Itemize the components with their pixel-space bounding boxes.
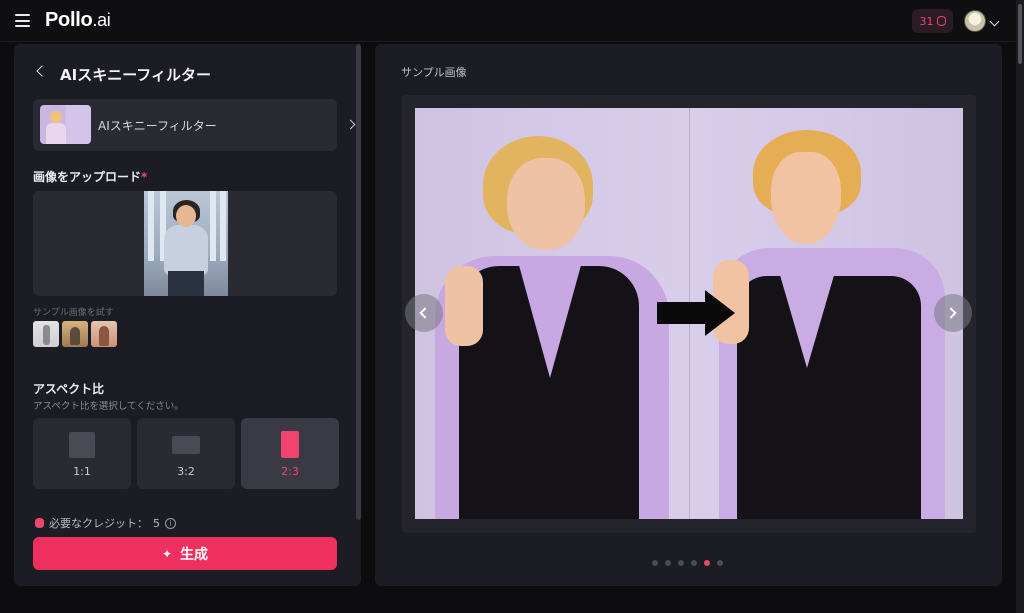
carousel-dot[interactable] [652, 560, 658, 566]
required-mark: * [141, 170, 148, 184]
upload-label-text: 画像をアップロード [33, 170, 142, 184]
aspect-ratio-title: アスペクト比 [33, 382, 105, 396]
top-bar: Pollo.ai 31 [0, 0, 1024, 42]
sample-image-3[interactable] [91, 321, 117, 347]
logo-suffix: .ai [92, 10, 111, 30]
sample-before-after-image [415, 108, 963, 519]
sample-preview-title: サンプル画像 [401, 66, 467, 79]
chevron-right-icon [945, 307, 957, 319]
credit-balance-button[interactable]: 31 [912, 9, 953, 33]
sparkle-icon: ✦ [161, 546, 173, 561]
page-scrollbar[interactable] [1016, 0, 1024, 613]
image-upload-area[interactable] [33, 191, 337, 296]
aspect-option-label: 3:2 [177, 465, 195, 478]
sample-image-2[interactable] [62, 321, 88, 347]
required-credits-value: 5 [153, 516, 160, 530]
tool-thumbnail [40, 105, 91, 144]
aspect-option-label: 1:1 [73, 465, 91, 478]
chevron-left-icon [419, 307, 431, 319]
sample-images [33, 321, 117, 347]
uploaded-image [144, 191, 228, 296]
arrow-right-icon [657, 290, 749, 336]
logo[interactable]: Pollo.ai [45, 9, 111, 32]
square-ratio-icon [69, 432, 95, 458]
sample-images-label: サンプル画像を試す [33, 308, 114, 318]
carousel-dot[interactable] [691, 560, 697, 566]
aspect-option-2-3[interactable]: 2:3 [241, 418, 339, 489]
aspect-ratio-options: 1:1 3:2 2:3 [33, 418, 339, 489]
aspect-option-1-1[interactable]: 1:1 [33, 418, 131, 489]
panel-scrollbar[interactable] [356, 44, 361, 520]
before-image [415, 108, 689, 519]
upload-label: 画像をアップロード* [33, 168, 147, 185]
carousel-prev-button[interactable] [405, 294, 443, 332]
carousel-dots [652, 560, 723, 566]
aspect-ratio-subtitle: アスペクト比を選択してください。 [33, 401, 184, 412]
aspect-option-3-2[interactable]: 3:2 [137, 418, 235, 489]
generate-button[interactable]: ✦ 生成 [33, 537, 337, 570]
carousel-dot[interactable] [678, 560, 684, 566]
coin-icon [936, 16, 946, 26]
carousel-dot[interactable] [665, 560, 671, 566]
page-title: AIスキニーフィルター [60, 66, 211, 84]
carousel-dot[interactable] [717, 560, 723, 566]
menu-icon[interactable] [15, 14, 30, 27]
avatar[interactable] [964, 10, 986, 32]
generate-label: 生成 [180, 546, 209, 563]
carousel-dot[interactable] [704, 560, 710, 566]
chevron-down-icon[interactable] [989, 16, 1000, 27]
carousel-next-button[interactable] [934, 294, 972, 332]
database-icon [35, 518, 44, 528]
tool-name: AIスキニーフィルター [98, 119, 217, 133]
required-credits: 必要なクレジット： 5 i [35, 515, 176, 531]
info-icon[interactable]: i [165, 517, 176, 529]
logo-main: Pollo [45, 9, 93, 31]
required-credits-label: 必要なクレジット： [49, 517, 148, 530]
credit-count: 31 [919, 14, 934, 28]
aspect-option-label: 2:3 [281, 465, 299, 478]
sample-image-1[interactable] [33, 321, 59, 347]
tool-selector[interactable]: AIスキニーフィルター [33, 99, 356, 151]
portrait-ratio-icon [281, 431, 299, 458]
landscape-ratio-icon [172, 436, 200, 454]
